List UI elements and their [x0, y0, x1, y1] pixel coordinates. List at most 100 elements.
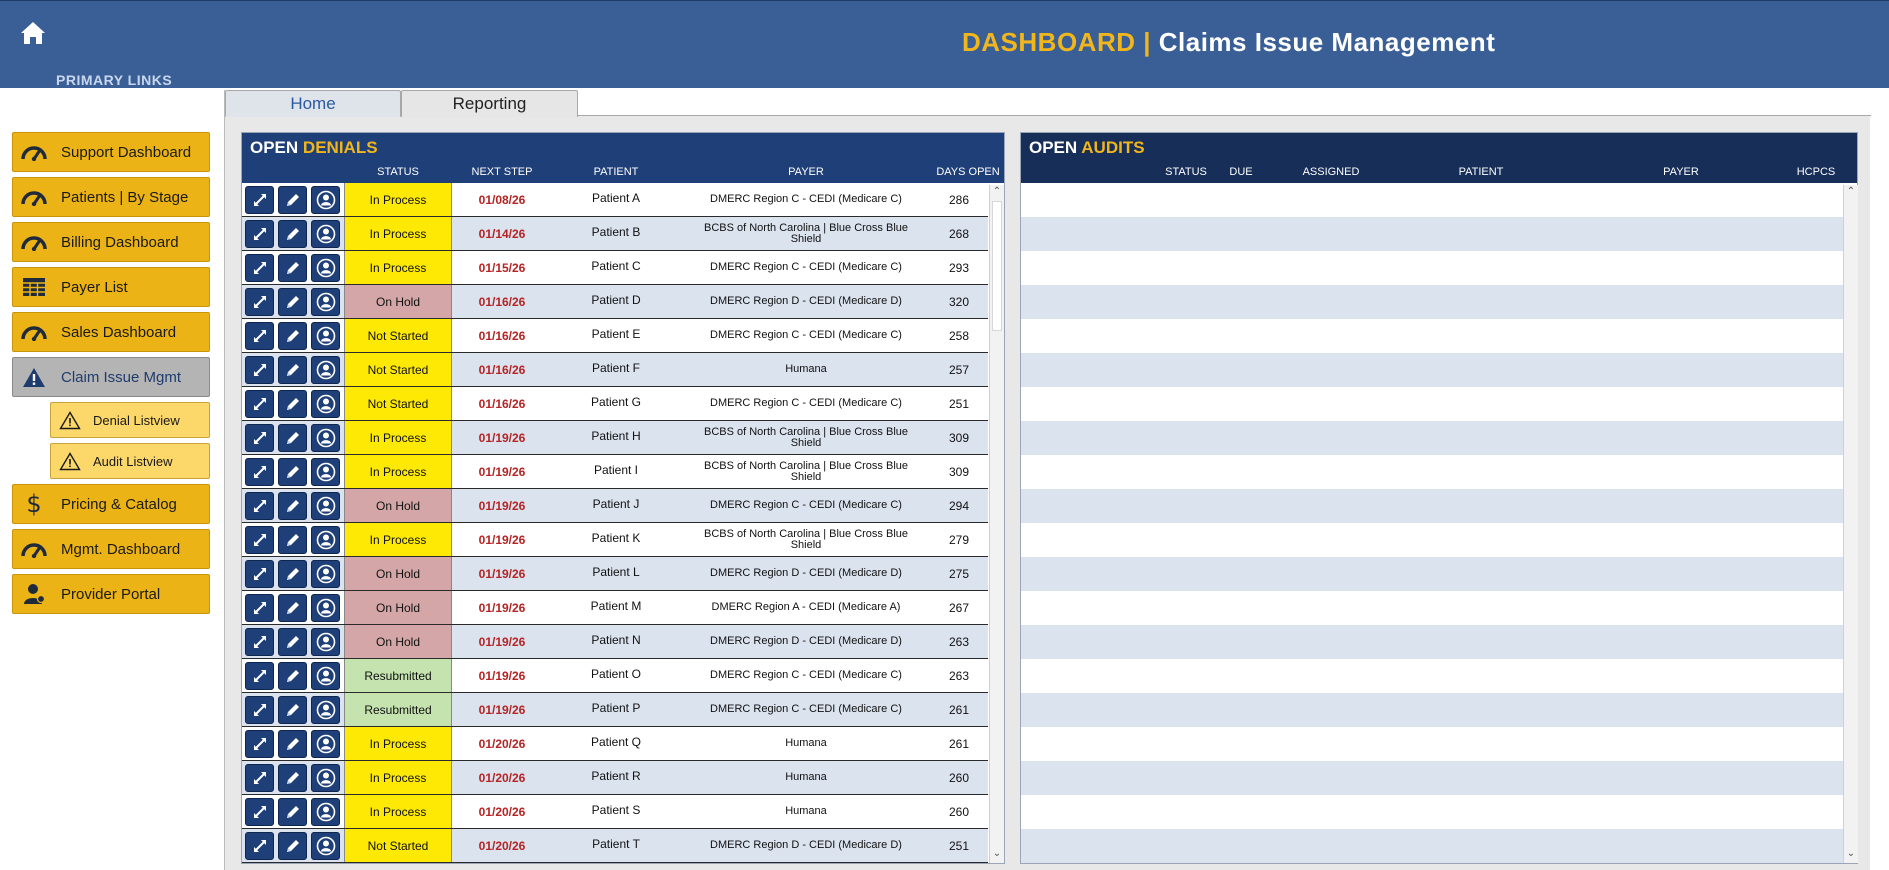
- scroll-down-icon[interactable]: ⌄: [992, 849, 1002, 859]
- table-row[interactable]: Not Started 01/16/26 Patient G DMERC Region…: [242, 387, 988, 421]
- scroll-up-icon[interactable]: ⌃: [1846, 187, 1856, 197]
- patient-profile-button[interactable]: [311, 356, 340, 384]
- home-icon[interactable]: [20, 21, 46, 45]
- expand-button[interactable]: [245, 628, 274, 656]
- edit-button[interactable]: [278, 424, 307, 452]
- patient-profile-button[interactable]: [311, 458, 340, 486]
- scroll-thumb[interactable]: [992, 201, 1002, 331]
- sidebar-item-claim-issue-mgmt[interactable]: Claim Issue Mgmt: [12, 357, 210, 397]
- expand-button[interactable]: [245, 662, 274, 690]
- audit-col-header-payer[interactable]: PAYER: [1621, 166, 1741, 178]
- audit-col-header-assigned[interactable]: ASSIGNED: [1286, 166, 1376, 178]
- edit-button[interactable]: [278, 730, 307, 758]
- sidebar-item-support-dashboard[interactable]: Support Dashboard: [12, 132, 210, 172]
- expand-button[interactable]: [245, 356, 274, 384]
- table-row[interactable]: Not Started 01/16/26 Patient F Humana 257: [242, 353, 988, 387]
- patient-profile-button[interactable]: [311, 254, 340, 282]
- table-row[interactable]: In Process 01/19/26 Patient K BCBS of North…: [242, 523, 988, 557]
- tab-reporting[interactable]: Reporting: [401, 90, 578, 117]
- expand-button[interactable]: [245, 526, 274, 554]
- expand-button[interactable]: [245, 186, 274, 214]
- table-row[interactable]: In Process 01/19/26 Patient H BCBS of North…: [242, 421, 988, 455]
- edit-button[interactable]: [278, 492, 307, 520]
- table-row[interactable]: Resubmitted 01/19/26 Patient P DMERC Region…: [242, 693, 988, 727]
- table-row[interactable]: In Process 01/08/26 Patient A DMERC Region …: [242, 183, 988, 217]
- expand-button[interactable]: [245, 288, 274, 316]
- edit-button[interactable]: [278, 186, 307, 214]
- edit-button[interactable]: [278, 220, 307, 248]
- expand-button[interactable]: [245, 730, 274, 758]
- patient-profile-button[interactable]: [311, 594, 340, 622]
- patient-profile-button[interactable]: [311, 186, 340, 214]
- table-row[interactable]: In Process 01/15/26 Patient C DMERC Region …: [242, 251, 988, 285]
- sidebar-item-billing-dashboard[interactable]: Billing Dashboard: [12, 222, 210, 262]
- patient-profile-button[interactable]: [311, 322, 340, 350]
- sidebar-item-payer-list[interactable]: Payer List: [12, 267, 210, 307]
- table-row[interactable]: Resubmitted 01/19/26 Patient O DMERC Region…: [242, 659, 988, 693]
- audits-scrollbar[interactable]: ⌃ ⌄: [1843, 185, 1858, 863]
- expand-button[interactable]: [245, 220, 274, 248]
- edit-button[interactable]: [278, 594, 307, 622]
- table-row[interactable]: In Process 01/20/26 Patient S Humana 260: [242, 795, 988, 829]
- edit-button[interactable]: [278, 322, 307, 350]
- expand-button[interactable]: [245, 254, 274, 282]
- edit-button[interactable]: [278, 458, 307, 486]
- expand-button[interactable]: [245, 560, 274, 588]
- expand-button[interactable]: [245, 594, 274, 622]
- patient-profile-button[interactable]: [311, 424, 340, 452]
- sidebar-item-mgmt-dashboard[interactable]: Mgmt. Dashboard: [12, 529, 210, 569]
- sidebar-item-provider-portal[interactable]: Provider Portal: [12, 574, 210, 614]
- patient-profile-button[interactable]: [311, 628, 340, 656]
- edit-button[interactable]: [278, 764, 307, 792]
- col-header-next-step[interactable]: NEXT STEP: [454, 166, 550, 178]
- patient-profile-button[interactable]: [311, 832, 340, 860]
- col-header-payer[interactable]: PAYER: [682, 166, 930, 178]
- patient-profile-button[interactable]: [311, 798, 340, 826]
- denials-scrollbar[interactable]: ⌃ ⌄: [989, 185, 1004, 863]
- expand-button[interactable]: [245, 322, 274, 350]
- edit-button[interactable]: [278, 662, 307, 690]
- edit-button[interactable]: [278, 560, 307, 588]
- patient-profile-button[interactable]: [311, 526, 340, 554]
- table-row[interactable]: In Process 01/20/26 Patient Q Humana 261: [242, 727, 988, 761]
- edit-button[interactable]: [278, 390, 307, 418]
- tab-home[interactable]: Home: [225, 90, 401, 117]
- scroll-down-icon[interactable]: ⌄: [1846, 849, 1856, 859]
- expand-button[interactable]: [245, 458, 274, 486]
- patient-profile-button[interactable]: [311, 730, 340, 758]
- table-row[interactable]: Not Started 01/16/26 Patient E DMERC Region…: [242, 319, 988, 353]
- table-row[interactable]: In Process 01/19/26 Patient I BCBS of North…: [242, 455, 988, 489]
- audit-col-header-hcpcs[interactable]: HCPCS: [1786, 166, 1846, 178]
- patient-profile-button[interactable]: [311, 390, 340, 418]
- sidebar-item-denial-listview[interactable]: Denial Listview: [50, 402, 210, 438]
- patient-profile-button[interactable]: [311, 696, 340, 724]
- patient-profile-button[interactable]: [311, 220, 340, 248]
- expand-button[interactable]: [245, 832, 274, 860]
- patient-profile-button[interactable]: [311, 560, 340, 588]
- expand-button[interactable]: [245, 390, 274, 418]
- edit-button[interactable]: [278, 798, 307, 826]
- col-header-status[interactable]: STATUS: [344, 166, 452, 178]
- table-row[interactable]: On Hold 01/19/26 Patient M DMERC Region A -…: [242, 591, 988, 625]
- expand-button[interactable]: [245, 696, 274, 724]
- table-row[interactable]: Not Started 01/20/26 Patient T DMERC Region…: [242, 829, 988, 863]
- scroll-up-icon[interactable]: ⌃: [992, 187, 1002, 197]
- expand-button[interactable]: [245, 798, 274, 826]
- table-row[interactable]: On Hold 01/16/26 Patient D DMERC Region D -…: [242, 285, 988, 319]
- edit-button[interactable]: [278, 254, 307, 282]
- sidebar-item-pricing-catalog[interactable]: $ Pricing & Catalog: [12, 484, 210, 524]
- edit-button[interactable]: [278, 832, 307, 860]
- audit-col-header-patient[interactable]: PATIENT: [1431, 166, 1531, 178]
- edit-button[interactable]: [278, 696, 307, 724]
- edit-button[interactable]: [278, 356, 307, 384]
- sidebar-item-patients-by-stage[interactable]: Patients | By Stage: [12, 177, 210, 217]
- table-row[interactable]: In Process 01/14/26 Patient B BCBS of North…: [242, 217, 988, 251]
- patient-profile-button[interactable]: [311, 492, 340, 520]
- table-row[interactable]: On Hold 01/19/26 Patient N DMERC Region D -…: [242, 625, 988, 659]
- expand-button[interactable]: [245, 492, 274, 520]
- patient-profile-button[interactable]: [311, 662, 340, 690]
- edit-button[interactable]: [278, 288, 307, 316]
- sidebar-item-audit-listview[interactable]: Audit Listview: [50, 443, 210, 479]
- expand-button[interactable]: [245, 764, 274, 792]
- col-header-patient[interactable]: PATIENT: [550, 166, 682, 178]
